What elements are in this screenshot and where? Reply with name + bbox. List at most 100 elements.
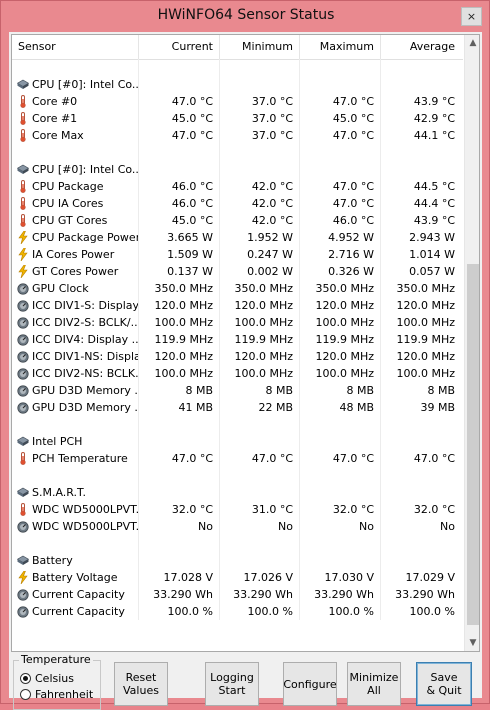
- sensor-row[interactable]: GPU D3D Memory ... 41 MB 22 MB 48 MB 39 MB: [12, 399, 463, 416]
- close-button[interactable]: ×: [461, 7, 482, 26]
- maximum-value: 17.030 V: [300, 569, 381, 586]
- sensor-row[interactable]: GT Cores Power 0.137 W 0.002 W 0.326 W 0.057…: [12, 263, 463, 280]
- fahrenheit-radio-dot[interactable]: [20, 689, 31, 700]
- average-value: 120.0 MHz: [396, 350, 455, 363]
- minimum-value: 0.247 W: [220, 246, 300, 263]
- average-value: 43.9 °C: [413, 214, 455, 227]
- average-value: 8 MB: [427, 384, 455, 397]
- sensor-row[interactable]: GPU Clock 350.0 MHz 350.0 MHz 350.0 MHz 350.…: [12, 280, 463, 297]
- sensor-name: Core #0: [12, 93, 139, 110]
- average-value: [381, 535, 463, 552]
- maximum-value: 2.716 W: [300, 246, 381, 263]
- title-bar[interactable]: HWiNFO64 Sensor Status ×: [1, 1, 490, 32]
- maximum-value: 33.290 Wh: [300, 586, 381, 603]
- average-value: 1.014 W: [409, 248, 455, 261]
- average-value: 42.9 °C: [413, 112, 455, 125]
- sensor-row[interactable]: Core #0 47.0 °C 37.0 °C 47.0 °C 43.9 °C: [12, 93, 463, 110]
- average-value: No: [440, 520, 455, 533]
- sensor-row[interactable]: ICC DIV1-NS: Display 120.0 MHz 120.0 MHz 12…: [12, 348, 463, 365]
- sensor-row[interactable]: ICC DIV1-S: Display 120.0 MHz 120.0 MHz 120…: [12, 297, 463, 314]
- current-value: 120.0 MHz: [139, 297, 220, 314]
- sensor-group-row[interactable]: Battery: [12, 552, 463, 569]
- current-value: 45.0 °C: [139, 212, 220, 229]
- column-sensor[interactable]: Sensor: [12, 35, 139, 59]
- minimize-all-button[interactable]: Minimize All: [347, 662, 401, 706]
- minimum-value: 0.002 W: [220, 263, 300, 280]
- sensor-row[interactable]: ICC DIV4: Display ... 119.9 MHz 119.9 MHz 1…: [12, 331, 463, 348]
- sensor-name: GPU Clock: [12, 280, 139, 297]
- sensor-row[interactable]: WDC WD5000LPVT... No No No No: [12, 518, 463, 535]
- sensor-row[interactable]: WDC WD5000LPVT... 32.0 °C 31.0 °C 32.0 °C 32…: [12, 501, 463, 518]
- column-maximum[interactable]: Maximum: [300, 35, 381, 59]
- average-value: 33.290 Wh: [395, 588, 455, 601]
- logging-start-button[interactable]: Logging Start: [205, 662, 259, 706]
- sensor-name: WDC WD5000LPVT...: [12, 518, 139, 535]
- sensor-row[interactable]: ICC DIV2-NS: BCLK... 100.0 MHz 100.0 MHz 10…: [12, 365, 463, 382]
- column-current[interactable]: Current: [139, 35, 220, 59]
- sensor-row[interactable]: Current Capacity 33.290 Wh 33.290 Wh 33.290…: [12, 586, 463, 603]
- minimum-value: 42.0 °C: [220, 212, 300, 229]
- average-value: 44.4 °C: [413, 197, 455, 210]
- window-title: HWiNFO64 Sensor Status: [157, 7, 335, 23]
- celsius-radio[interactable]: Celsius: [20, 672, 104, 687]
- minimum-value: 31.0 °C: [220, 501, 300, 518]
- sensor-name: ICC DIV1-NS: Display: [12, 348, 139, 365]
- column-average[interactable]: Average: [381, 35, 463, 59]
- save-quit-button[interactable]: Save & Quit: [416, 662, 472, 706]
- sensor-row[interactable]: CPU GT Cores 45.0 °C 42.0 °C 46.0 °C 43.9 °C: [12, 212, 463, 229]
- sensor-name: GPU D3D Memory ...: [12, 382, 139, 399]
- maximum-value: 350.0 MHz: [300, 280, 381, 297]
- sensor-group-row[interactable]: Intel PCH: [12, 433, 463, 450]
- sensor-row[interactable]: Battery Voltage 17.028 V 17.026 V 17.030 V 1…: [12, 569, 463, 586]
- current-value: 120.0 MHz: [139, 348, 220, 365]
- reset-values-button[interactable]: Reset Values: [114, 662, 168, 706]
- current-value: 350.0 MHz: [139, 280, 220, 297]
- sensor-row[interactable]: GPU D3D Memory ... 8 MB 8 MB 8 MB 8 MB: [12, 382, 463, 399]
- minimum-value: [220, 535, 300, 552]
- blank-row: [12, 59, 463, 76]
- sensor-row[interactable]: IA Cores Power 1.509 W 0.247 W 2.716 W 1.014…: [12, 246, 463, 263]
- sensor-name: ICC DIV4: Display ...: [12, 331, 139, 348]
- current-value: [139, 59, 220, 76]
- sensor-row[interactable]: Current Capacity 100.0 % 100.0 % 100.0 % 100…: [12, 603, 463, 620]
- sensor-name: CPU [#0]: Intel Co...: [12, 161, 139, 178]
- scroll-thumb[interactable]: [467, 264, 479, 625]
- blank-row: [12, 535, 463, 552]
- vertical-scrollbar[interactable]: ▲ ▼: [464, 35, 479, 651]
- scroll-up-button[interactable]: ▲: [465, 35, 479, 51]
- sensor-group-row[interactable]: S.M.A.R.T.: [12, 484, 463, 501]
- current-value: 33.290 Wh: [139, 586, 220, 603]
- sensor-row[interactable]: PCH Temperature 47.0 °C 47.0 °C 47.0 °C 47.0…: [12, 450, 463, 467]
- sensor-row[interactable]: CPU Package 46.0 °C 42.0 °C 47.0 °C 44.5 °C: [12, 178, 463, 195]
- current-value: [139, 144, 220, 161]
- sensor-name: IA Cores Power: [12, 246, 139, 263]
- current-value: 47.0 °C: [139, 450, 220, 467]
- maximum-value: [300, 552, 381, 569]
- sensor-row[interactable]: CPU Package Power 3.665 W 1.952 W 4.952 W 2.…: [12, 229, 463, 246]
- minimum-value: 120.0 MHz: [220, 348, 300, 365]
- scroll-down-button[interactable]: ▼: [465, 635, 479, 651]
- sensor-row[interactable]: Core Max 47.0 °C 37.0 °C 47.0 °C 44.1 °C: [12, 127, 463, 144]
- sensor-list[interactable]: Sensor Current Minimum Maximum Average C…: [11, 34, 480, 652]
- column-minimum[interactable]: Minimum: [220, 35, 300, 59]
- sensor-row[interactable]: ICC DIV2-S: BCLK/... 100.0 MHz 100.0 MHz 10…: [12, 314, 463, 331]
- average-value: 100.0 MHz: [396, 316, 455, 329]
- current-value: 46.0 °C: [139, 195, 220, 212]
- client-area: Sensor Current Minimum Maximum Average C…: [9, 32, 482, 710]
- temperature-groupbox: Temperature Celsius Fahrenheit: [13, 653, 104, 710]
- celsius-radio-dot[interactable]: [20, 673, 31, 684]
- minimum-value: 42.0 °C: [220, 178, 300, 195]
- sensor-row[interactable]: CPU IA Cores 46.0 °C 42.0 °C 47.0 °C 44.4 °C: [12, 195, 463, 212]
- minimum-value: [220, 144, 300, 161]
- minimum-value: 42.0 °C: [220, 195, 300, 212]
- sensor-group-row[interactable]: CPU [#0]: Intel Co...: [12, 161, 463, 178]
- sensor-name: CPU Package Power: [12, 229, 139, 246]
- current-value: 41 MB: [139, 399, 220, 416]
- maximum-value: 100.0 %: [300, 603, 381, 620]
- sensor-name: PCH Temperature: [12, 450, 139, 467]
- sensor-row[interactable]: Core #1 45.0 °C 37.0 °C 45.0 °C 42.9 °C: [12, 110, 463, 127]
- sensor-group-row[interactable]: CPU [#0]: Intel Co...: [12, 76, 463, 93]
- fahrenheit-radio[interactable]: Fahrenheit: [20, 688, 104, 703]
- configure-button[interactable]: Configure: [283, 662, 337, 706]
- current-value: [139, 433, 220, 450]
